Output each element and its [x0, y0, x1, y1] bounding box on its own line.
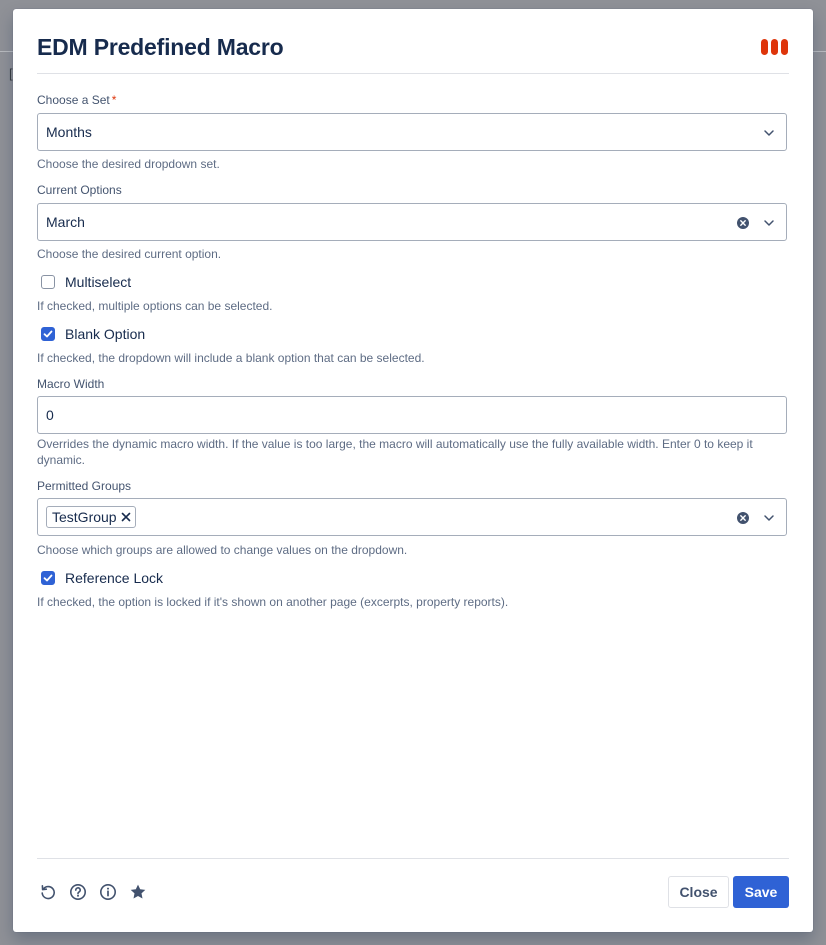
choose-set-help: Choose the desired dropdown set. — [37, 157, 220, 171]
permitted-groups-label: Permitted Groups — [37, 479, 132, 493]
dialog-header: EDM Predefined Macro — [37, 9, 789, 74]
blank-option-checkbox[interactable] — [41, 327, 55, 341]
multiselect-label[interactable]: Multiselect — [65, 274, 131, 290]
current-options-select[interactable]: March — [37, 203, 787, 241]
close-button[interactable]: Close — [668, 876, 729, 908]
choose-set-value: Months — [46, 124, 92, 140]
info-icon[interactable] — [99, 883, 117, 901]
permitted-groups-select[interactable]: TestGroup — [37, 498, 787, 536]
macro-width-value: 0 — [46, 407, 54, 423]
macro-width-label: Macro Width — [37, 377, 105, 391]
macro-dialog: EDM Predefined Macro Choose a Set * Month… — [13, 9, 813, 932]
choose-set-select[interactable]: Months — [37, 113, 787, 151]
current-options-help: Choose the desired current option. — [37, 247, 222, 261]
blank-option-help: If checked, the dropdown will include a … — [37, 351, 425, 365]
checkmark-icon — [43, 574, 53, 582]
required-marker: * — [111, 93, 117, 107]
reference-lock-label[interactable]: Reference Lock — [65, 570, 163, 586]
group-tag: TestGroup — [46, 506, 136, 528]
chevron-down-icon[interactable] — [762, 511, 776, 525]
checkmark-icon — [43, 330, 53, 338]
current-options-value: March — [46, 214, 85, 230]
reference-lock-help: If checked, the option is locked if it's… — [37, 595, 509, 609]
dialog-title: EDM Predefined Macro — [37, 34, 284, 60]
current-options-label: Current Options — [37, 183, 122, 197]
reset-icon[interactable] — [39, 883, 57, 901]
multiselect-checkbox[interactable] — [41, 275, 55, 289]
reference-lock-checkbox[interactable] — [41, 571, 55, 585]
app-logo-icon — [761, 39, 789, 55]
footer-divider — [37, 858, 789, 859]
remove-tag-icon[interactable] — [121, 512, 131, 522]
help-icon[interactable] — [69, 883, 87, 901]
macro-width-input[interactable]: 0 — [37, 396, 787, 434]
star-icon[interactable] — [129, 883, 147, 901]
blank-option-label[interactable]: Blank Option — [65, 326, 145, 342]
chevron-down-icon[interactable] — [762, 216, 776, 230]
chevron-down-icon[interactable] — [762, 126, 776, 140]
save-button[interactable]: Save — [733, 876, 789, 908]
macro-width-help: Overrides the dynamic macro width. If th… — [37, 437, 753, 467]
background-divider — [0, 51, 13, 52]
background-divider-right — [813, 51, 826, 52]
clear-icon[interactable] — [736, 511, 750, 525]
clear-icon[interactable] — [736, 216, 750, 230]
permitted-groups-help: Choose which groups are allowed to chang… — [37, 543, 408, 557]
group-tag-label: TestGroup — [52, 509, 117, 525]
choose-set-label: Choose a Set * — [37, 93, 117, 107]
multiselect-help: If checked, multiple options can be sele… — [37, 299, 273, 313]
